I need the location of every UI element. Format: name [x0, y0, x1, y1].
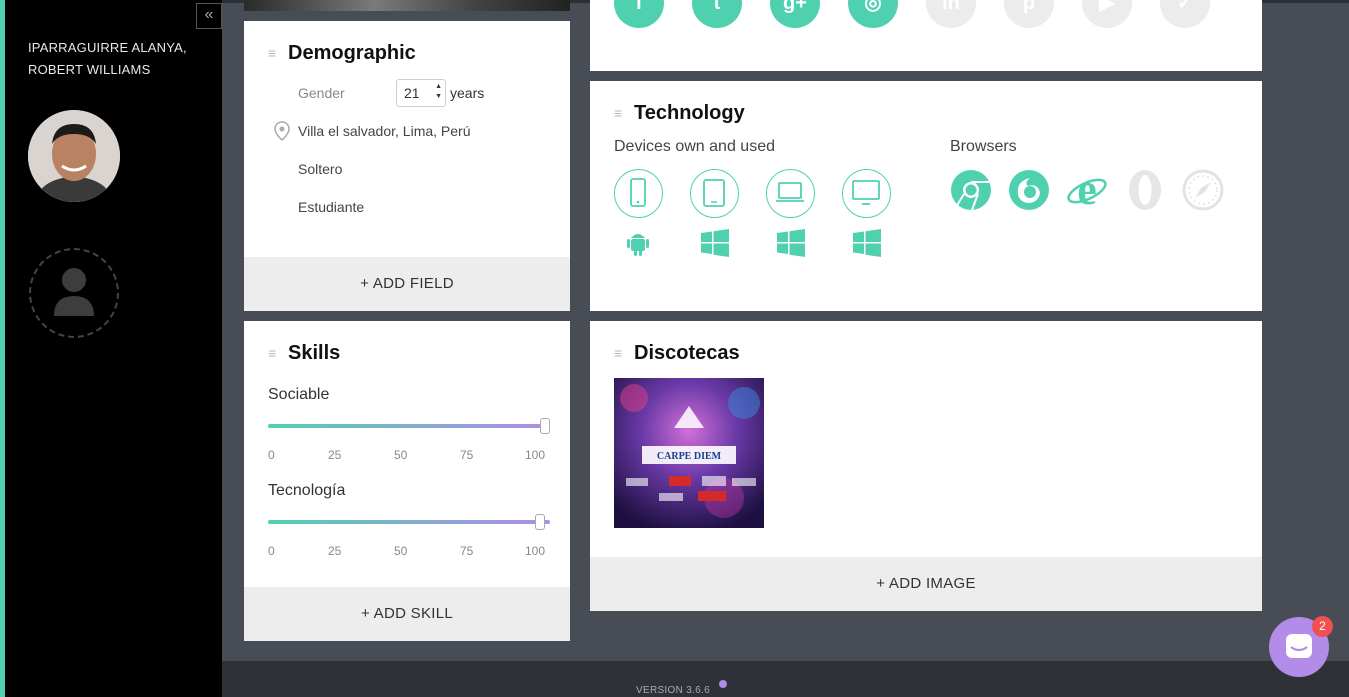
- chat-unread-badge: 2: [1312, 616, 1333, 637]
- skill-slider-thumb[interactable]: [534, 514, 545, 530]
- skill-slider[interactable]: [268, 520, 550, 524]
- drag-handle-icon[interactable]: ≡: [268, 346, 276, 360]
- slider-tick: 100: [525, 448, 546, 462]
- windows-icon[interactable]: [776, 228, 806, 263]
- twitter-icon[interactable]: t: [692, 0, 742, 28]
- drag-handle-icon[interactable]: ≡: [268, 46, 276, 60]
- avatar[interactable]: [28, 110, 120, 202]
- slider-tick: 100: [525, 544, 546, 558]
- windows-icon[interactable]: [700, 228, 730, 263]
- linkedin-icon[interactable]: in: [926, 0, 976, 28]
- card-title: Discotecas: [634, 342, 740, 364]
- drag-handle-icon[interactable]: ≡: [614, 106, 622, 120]
- drag-handle-icon[interactable]: ≡: [614, 346, 622, 360]
- desktop-icon[interactable]: [842, 169, 891, 218]
- add-skill-button[interactable]: + ADD SKILL: [244, 587, 570, 641]
- user-silhouette-icon: [54, 268, 94, 316]
- devices-label: Devices own and used: [614, 138, 775, 155]
- spinner-icon[interactable]: ▲ ▼: [435, 82, 442, 102]
- age-unit: years: [450, 85, 485, 101]
- skill-slider[interactable]: [268, 424, 550, 428]
- footer-bar: [222, 661, 1349, 697]
- version-label: VERSION 3.6.6: [636, 685, 710, 696]
- age-input[interactable]: 21 ▲ ▼: [396, 79, 446, 107]
- marital-status-value[interactable]: Soltero: [298, 161, 342, 177]
- slider-tick: 25: [328, 448, 342, 462]
- gender-label: Gender: [298, 85, 345, 101]
- skill-slider-thumb[interactable]: [540, 418, 550, 434]
- skill-label: Sociable: [268, 386, 330, 403]
- slider-tick: 75: [460, 544, 474, 558]
- demographic-card: ≡ Demographic + ADD FIELD: [244, 21, 570, 311]
- version-dot: [719, 680, 727, 688]
- tablet-icon[interactable]: [690, 169, 739, 218]
- svg-text:e: e: [1077, 169, 1097, 211]
- google-plus-icon[interactable]: g+: [770, 0, 820, 28]
- location-value[interactable]: Villa el salvador, Lima, Perú: [298, 123, 471, 139]
- user-name: IPARRAGUIRRE ALANYA, ROBERT WILLIAMS: [28, 40, 187, 77]
- skills-card: ≡ Skills + ADD SKILL: [244, 321, 570, 641]
- safari-icon[interactable]: [1182, 169, 1224, 211]
- firefox-icon[interactable]: [1008, 169, 1050, 211]
- card-title: Skills: [288, 342, 341, 364]
- opera-icon[interactable]: [1124, 169, 1166, 211]
- slider-tick: 50: [394, 448, 408, 462]
- occupation-value[interactable]: Estudiante: [298, 199, 364, 215]
- instagram-icon[interactable]: ◎: [848, 0, 898, 28]
- discoteca-image-text: CARPE DIEM: [657, 451, 722, 462]
- youtube-icon[interactable]: ▶: [1082, 0, 1132, 28]
- internet-explorer-icon[interactable]: e: [1066, 165, 1108, 214]
- add-avatar-placeholder[interactable]: [29, 248, 119, 338]
- foursquare-icon[interactable]: ✓: [1160, 0, 1210, 28]
- location-pin-icon: [274, 121, 290, 146]
- windows-icon[interactable]: [852, 228, 882, 263]
- pinterest-icon[interactable]: p: [1004, 0, 1054, 28]
- age-value: 21: [404, 85, 420, 101]
- chrome-icon[interactable]: [950, 169, 992, 211]
- android-icon[interactable]: [625, 228, 651, 263]
- slider-tick: 50: [394, 544, 408, 558]
- cover-photo: [244, 0, 570, 11]
- collapse-sidebar-button[interactable]: «: [196, 3, 222, 29]
- sidebar-accent-bar: [0, 0, 5, 697]
- social-card: f t g+ ◎ in p ▶ ✓: [590, 0, 1262, 71]
- skill-label: Tecnología: [268, 482, 346, 499]
- facebook-icon[interactable]: f: [614, 0, 664, 28]
- add-field-button[interactable]: + ADD FIELD: [244, 257, 570, 311]
- card-title: Technology: [634, 102, 745, 124]
- laptop-icon[interactable]: [766, 169, 815, 218]
- add-image-button[interactable]: + ADD IMAGE: [590, 557, 1262, 611]
- slider-tick: 75: [460, 448, 474, 462]
- slider-tick: 25: [328, 544, 342, 558]
- smartphone-icon[interactable]: [614, 169, 663, 218]
- browsers-label: Browsers: [950, 138, 1017, 155]
- slider-tick: 0: [268, 448, 275, 462]
- card-title: Demographic: [288, 42, 416, 64]
- slider-tick: 0: [268, 544, 275, 558]
- discoteca-image[interactable]: CARPE DIEM: [614, 378, 764, 528]
- sidebar: « IPARRAGUIRRE ALANYA, ROBERT WILLIAMS: [0, 0, 222, 697]
